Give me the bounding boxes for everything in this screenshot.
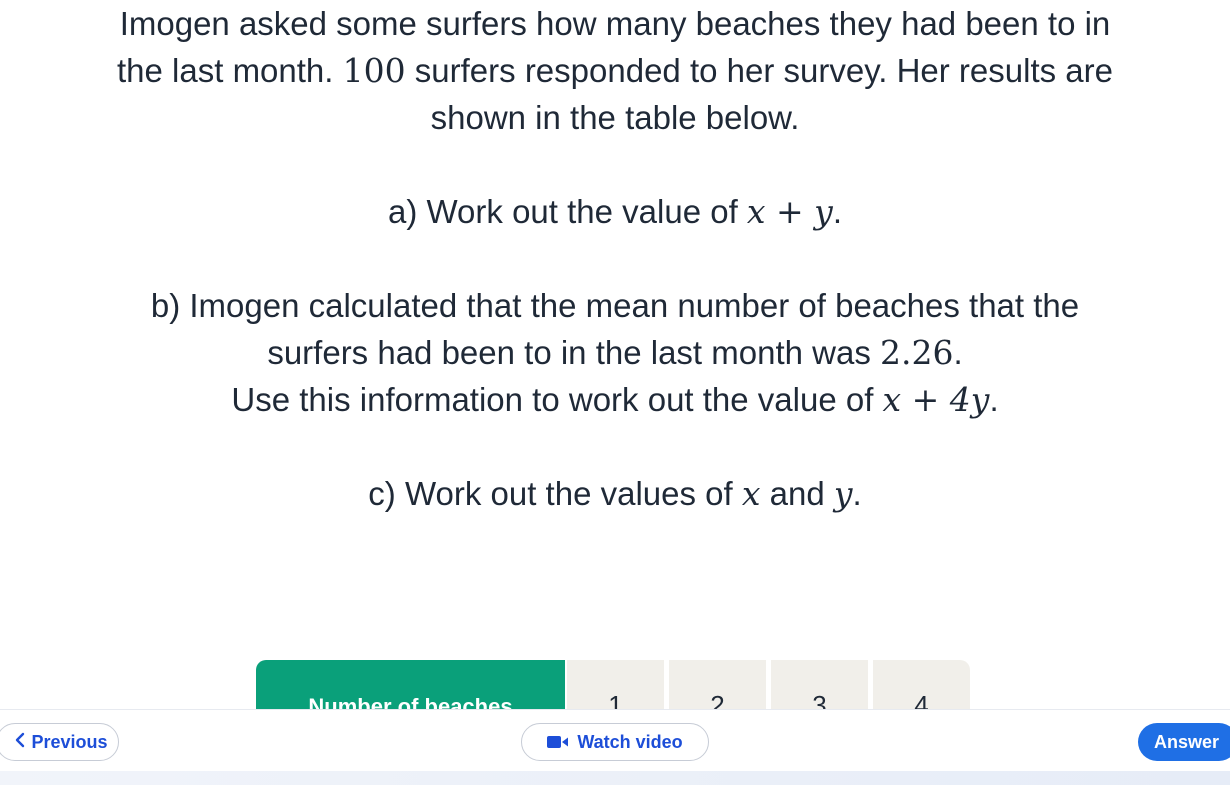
part-c: c) Work out the values of x and y. xyxy=(0,470,1230,517)
bottom-navigation-bar: Previous Watch video Answer xyxy=(0,709,1230,772)
surfer-count: 100 xyxy=(342,51,406,90)
part-c-end: . xyxy=(852,475,862,512)
part-b: b) Imogen calculated that the mean numbe… xyxy=(0,282,1230,423)
part-b-line-2-pre: surfers had been to in the last month wa… xyxy=(267,334,881,371)
question-text: Imogen asked some surfers how many beach… xyxy=(0,0,1230,517)
part-c-y: y xyxy=(833,474,853,513)
answer-button[interactable]: Answer xyxy=(1138,723,1230,761)
table-header-cell: Number of beaches xyxy=(256,660,565,710)
video-camera-icon xyxy=(547,735,569,749)
table-value-cell: 1 xyxy=(567,660,664,710)
part-a: a) Work out the value of x + y. xyxy=(0,188,1230,235)
intro-line-2-pre: the last month. xyxy=(117,52,343,89)
part-b-line-1: b) Imogen calculated that the mean numbe… xyxy=(150,287,1080,324)
answer-label: Answer xyxy=(1154,731,1220,752)
part-b-line-2-end: . xyxy=(953,334,963,371)
part-c-text: c) Work out the values of xyxy=(368,475,742,512)
question-intro: Imogen asked some surfers how many beach… xyxy=(0,0,1230,141)
part-a-text: a) Work out the value of xyxy=(388,193,747,230)
previous-label: Previous xyxy=(31,731,108,752)
bottom-shade xyxy=(0,771,1230,785)
frequency-table: Number of beaches 1 2 3 4 xyxy=(256,660,972,710)
part-c-x: x xyxy=(741,474,761,513)
previous-button[interactable]: Previous xyxy=(0,723,119,761)
intro-line-3: shown in the table below. xyxy=(430,99,800,136)
watch-video-button[interactable]: Watch video xyxy=(521,723,709,761)
watch-video-label: Watch video xyxy=(577,731,683,752)
table-value-cell: 4 xyxy=(873,660,970,710)
part-a-end: . xyxy=(832,193,842,230)
intro-line-1: Imogen asked some surfers how many beach… xyxy=(119,5,1111,42)
table-value-cell: 2 xyxy=(669,660,766,710)
part-a-math: x + y xyxy=(746,192,833,231)
intro-line-2-post: surfers responded to her survey. Her res… xyxy=(405,52,1113,89)
table-value-cell: 3 xyxy=(771,660,868,710)
part-b-line-3-pre: Use this information to work out the val… xyxy=(231,381,883,418)
part-c-and: and xyxy=(760,475,834,512)
chevron-left-icon xyxy=(15,731,25,754)
mean-value: 2.26 xyxy=(880,333,954,372)
part-b-math: x + 4y xyxy=(882,380,990,419)
part-b-line-3-end: . xyxy=(989,381,999,418)
